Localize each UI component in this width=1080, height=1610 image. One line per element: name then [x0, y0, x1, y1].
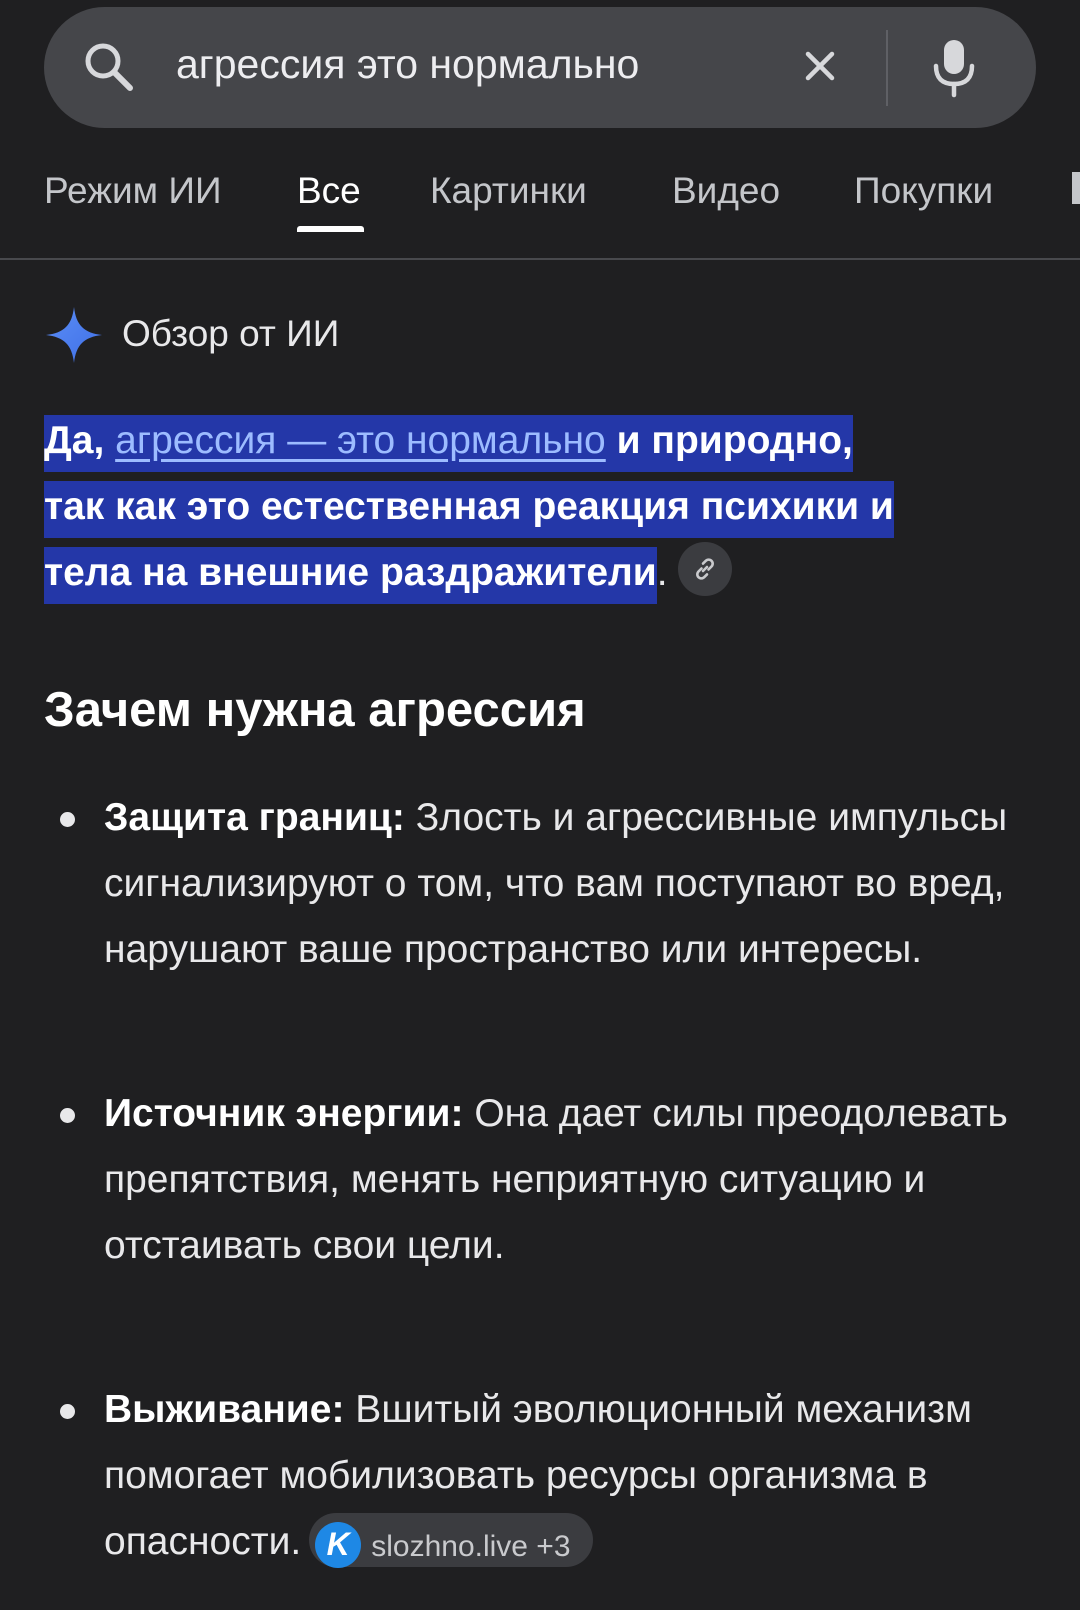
search-icon[interactable] [82, 40, 136, 94]
bullet-dot [60, 1108, 75, 1123]
ai-overview-summary: Да, агрессия — это нормально и природно,… [44, 408, 1004, 606]
summary-line3: тела на внешние раздражители [44, 551, 657, 594]
summary-line2: так как это естественная реакция психики… [44, 485, 894, 528]
ai-overview-title: Обзор от ИИ [122, 313, 340, 354]
source-chip[interactable]: Kslozhno.live +3 [309, 1512, 593, 1569]
bullet-dot [60, 812, 75, 827]
source-chip-label: slozhno.live +3 [371, 1530, 571, 1564]
sparkle-icon [46, 307, 102, 363]
source-link-button[interactable] [677, 541, 732, 596]
active-tab-indicator [297, 226, 364, 232]
tab-shopping[interactable]: Покупки [854, 170, 993, 212]
list-item: Выживание: Вшитый эволюционный механизм … [60, 1377, 1024, 1575]
bullet-dot [60, 1404, 75, 1419]
source-logo: K [315, 1522, 362, 1569]
list-item: Источник энергии: Она дает силы преодоле… [60, 1081, 1024, 1279]
bullet-term: Защита границ: [104, 796, 405, 839]
list-item: Защита границ: Злость и агрессивные импу… [60, 785, 1024, 983]
bullet-term: Источник энергии: [104, 1092, 464, 1135]
tab-all[interactable]: Все [297, 170, 361, 212]
search-divider [886, 30, 888, 106]
summary-link[interactable]: агрессия — это нормально [115, 419, 606, 462]
tab-videos[interactable]: Видео [672, 170, 780, 212]
bullet-term: Выживание: [104, 1388, 345, 1431]
summary-prefix: Да, [44, 419, 116, 462]
tab-ai-mode[interactable]: Режим ИИ [44, 170, 222, 212]
search-input[interactable] [176, 34, 736, 94]
summary-line1-end: и природно, [605, 419, 853, 462]
section-heading: Зачем нужна агрессия [44, 683, 586, 737]
microphone-icon[interactable] [930, 38, 978, 98]
link-icon [695, 558, 714, 580]
source-logo-letter: K [326, 1526, 350, 1563]
search-tabs: Режим ИИ Все Картинки Видео Покупки [0, 150, 1080, 260]
tab-images[interactable]: Картинки [430, 170, 587, 212]
summary-period: . [656, 551, 668, 594]
summary-highlight: Да, агрессия — это нормально и природно,… [44, 415, 894, 604]
tab-overflow-edge [1072, 172, 1080, 204]
close-icon[interactable] [800, 46, 840, 86]
